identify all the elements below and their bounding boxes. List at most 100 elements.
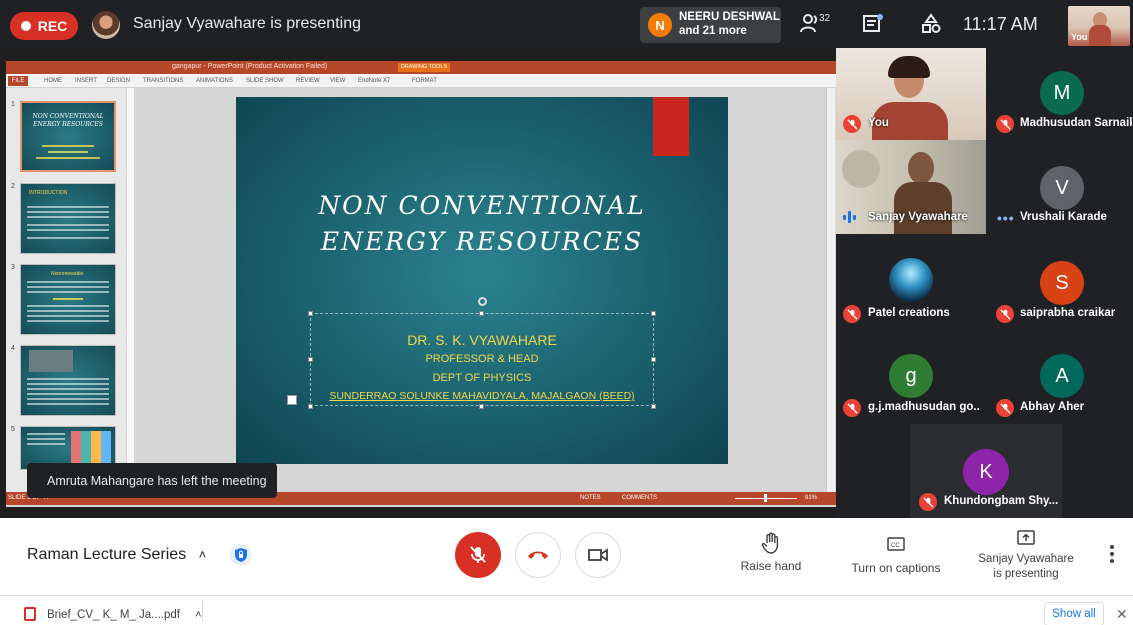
thumb-title: Nonrenewable <box>51 271 84 277</box>
rec-label: REC <box>37 18 68 34</box>
layout-options-icon <box>287 395 297 405</box>
resize-handle <box>479 404 484 409</box>
meeting-details-button[interactable]: Raman Lecture Series ˄ <box>27 546 206 564</box>
ppt-tab-insert: INSERT <box>75 78 97 84</box>
slide-author: DR. S. K. VYAWAHARE <box>310 332 654 348</box>
chat-icon <box>863 14 883 32</box>
show-all-button[interactable]: Show all <box>1044 602 1104 625</box>
thumb-number: 5 <box>11 426 15 433</box>
slide-title: NON CONVENTIONAL ENERGY RESOURCES <box>236 188 728 260</box>
speaking-indicator-icon <box>843 210 861 224</box>
meeting-name: Raman Lecture Series <box>27 546 187 563</box>
muted-mic-icon <box>843 399 861 417</box>
resize-handle <box>651 311 656 316</box>
slide-title-line-2: ENERGY RESOURCES <box>320 227 644 256</box>
notice-line-1: NEERU DESHWAL <box>679 11 780 23</box>
slide-thumbnail <box>20 345 116 416</box>
ppt-window-title: gangapur - PowerPoint (Product Activatio… <box>172 63 328 70</box>
raise-hand-button[interactable]: Raise hand <box>731 532 811 573</box>
resize-handle <box>308 311 313 316</box>
microphone-toggle-button[interactable] <box>455 532 501 578</box>
participant-avatar: K <box>963 449 1009 495</box>
participant-avatar: M <box>1040 71 1084 115</box>
participant-name: Abhay Aher <box>1020 401 1085 413</box>
thumb-number: 3 <box>11 264 15 271</box>
captions-label: Turn on captions <box>851 561 941 575</box>
chevron-up-icon: ˄ <box>198 547 207 562</box>
thumb-title: INTRODUCTION <box>29 190 68 196</box>
chat-button[interactable] <box>862 13 884 40</box>
muted-mic-icon <box>996 115 1014 133</box>
download-file-name: Brief_CV_ K_ M_ Ja....pdf <box>47 609 180 621</box>
muted-mic-icon <box>843 305 861 323</box>
more-options-button[interactable] <box>1106 545 1118 565</box>
ppt-tab-endnote: EndNote X7 <box>358 78 391 84</box>
participant-name: g.j.madhusudan go... <box>868 401 980 413</box>
muted-mic-icon <box>919 493 937 511</box>
activities-button[interactable] <box>920 13 942 40</box>
resize-handle <box>479 311 484 316</box>
muted-mic-icon <box>996 399 1014 417</box>
present-screen-icon <box>976 529 1076 552</box>
participant-name: Madhusudan Sarnaik <box>1020 117 1132 129</box>
slide-thumbnail: Nonrenewable <box>20 264 116 335</box>
participant-avatar: A <box>1040 354 1084 398</box>
captions-button[interactable]: CC Turn on captions <box>848 536 944 575</box>
thumb-number: 2 <box>11 183 15 190</box>
ppt-tab-review: REVIEW <box>296 78 320 84</box>
thumb-number: 4 <box>11 345 15 352</box>
record-dot-icon <box>20 21 31 31</box>
hang-up-icon <box>528 551 548 559</box>
ppt-tab-animations: ANIMATIONS <box>196 78 233 84</box>
rotate-handle <box>478 297 487 306</box>
download-item[interactable]: Brief_CV_ K_ M_ Ja....pdf ˄ <box>47 609 202 621</box>
people-count: 32 <box>819 13 831 24</box>
participant-name: saiprabha craikar <box>1020 307 1116 319</box>
thumb-number: 1 <box>11 101 15 108</box>
participant-name: Vrushali Karade <box>1020 211 1107 223</box>
notice-line-2: and 21 more <box>679 25 747 37</box>
muted-mic-icon <box>843 115 861 133</box>
more-vert-icon <box>1110 545 1114 549</box>
zoom-slider-thumb <box>764 494 767 502</box>
slide-author-text: DR. S. K. VYAWAHARE <box>407 332 557 348</box>
leave-call-button[interactable] <box>515 532 561 578</box>
download-divider <box>202 599 203 621</box>
participant-avatar: V <box>1040 166 1084 210</box>
presenting-title: Sanjay Vyawahare is presenting <box>133 15 361 32</box>
slide-accent-bar <box>653 97 689 156</box>
self-view-label: You <box>1071 32 1088 42</box>
mic-off-icon <box>470 546 486 563</box>
left-meeting-toast: Amruta Mahangare has left the meeting <box>27 463 277 498</box>
participant-avatar <box>889 258 933 302</box>
ppt-tab-design: DESIGN <box>107 78 131 84</box>
raise-hand-label: Raise hand <box>740 559 802 573</box>
notice-avatar: N <box>648 13 672 37</box>
camera-toggle-button[interactable] <box>575 532 621 578</box>
presenting-label-1: Sanjay Vyawahare <box>978 553 1074 565</box>
ppt-tab-home: HOME <box>44 78 62 84</box>
thumb-title: NON CONVENTIONAL ENERGY RESOURCES <box>32 113 104 128</box>
close-icon[interactable]: ✕ <box>1116 606 1128 623</box>
muted-mic-icon <box>996 305 1014 323</box>
presenting-label-2: is presenting <box>993 568 1059 580</box>
slide-dept: DEPT OF PHYSICS <box>432 372 532 384</box>
shapes-icon <box>922 13 941 33</box>
presentation-menu-button[interactable]: Sanjay Vyawahare is presenting <box>976 529 1076 582</box>
slide-role: PROFESSOR & HEAD <box>425 353 539 365</box>
security-button[interactable] <box>230 544 252 566</box>
participant-name: Khundongbam Shy... <box>944 495 1059 507</box>
participant-name: Patel creations <box>868 307 950 319</box>
ppt-tab-transitions: TRANSITIONS <box>143 78 184 84</box>
ppt-canvas-scrollbar <box>826 88 835 492</box>
meet-window: REC Sanjay Vyawahare is presenting N NEE… <box>0 0 1133 625</box>
ppt-tab-file: FILE <box>8 76 28 86</box>
chevron-up-icon[interactable]: ˄ <box>195 609 201 621</box>
ppt-tab-slideshow: SLIDE SHOW <box>246 78 284 84</box>
ppt-thumbnail-scrollbar <box>126 88 134 492</box>
presenter-avatar <box>92 11 120 39</box>
resize-handle <box>308 404 313 409</box>
pdf-file-icon <box>24 607 36 621</box>
slide-thumbnail: INTRODUCTION <box>20 183 116 254</box>
status-comments: COMMENTS <box>622 495 657 501</box>
